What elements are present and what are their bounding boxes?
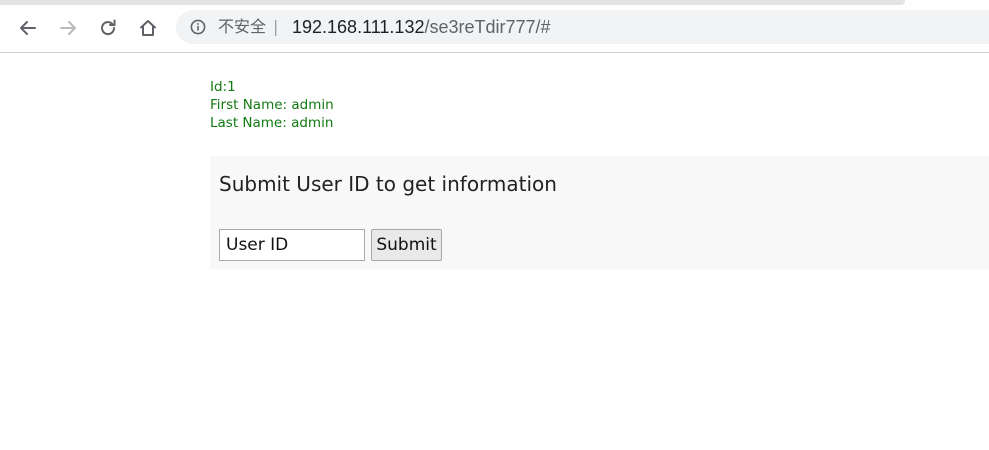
result-last-name: Last Name: admin (210, 115, 334, 131)
home-icon (140, 20, 156, 36)
browser-toolbar: 不安全 | 192.168.111.132/se3reTdir777/# (0, 0, 989, 53)
tab-strip (0, 0, 905, 5)
forward-button[interactable] (54, 14, 82, 42)
url-host: 192.168.111.132 (292, 17, 425, 37)
back-button[interactable] (14, 14, 42, 42)
url-text[interactable]: 192.168.111.132/se3reTdir777/# (292, 17, 551, 37)
reload-button[interactable] (94, 14, 122, 42)
url-separator: | (273, 17, 279, 36)
submit-button[interactable]: Submit (371, 229, 442, 261)
query-result: Id:1 First Name: admin Last Name: admin (210, 78, 334, 132)
result-id: Id:1 (210, 79, 236, 95)
url-path: /se3reTdir777/# (424, 17, 551, 37)
forward-arrow-icon (60, 21, 76, 35)
home-button[interactable] (134, 14, 162, 42)
back-arrow-icon (20, 21, 36, 35)
address-bar[interactable]: 不安全 | 192.168.111.132/se3reTdir777/# (176, 10, 989, 44)
user-id-form: Submit User ID to get information Submit (210, 156, 989, 269)
security-status-label[interactable]: 不安全 (218, 17, 266, 37)
reload-icon (101, 19, 116, 36)
user-id-input[interactable] (219, 229, 365, 261)
info-icon[interactable] (190, 19, 206, 35)
result-first-name: First Name: admin (210, 97, 334, 113)
form-title: Submit User ID to get information (219, 172, 557, 196)
